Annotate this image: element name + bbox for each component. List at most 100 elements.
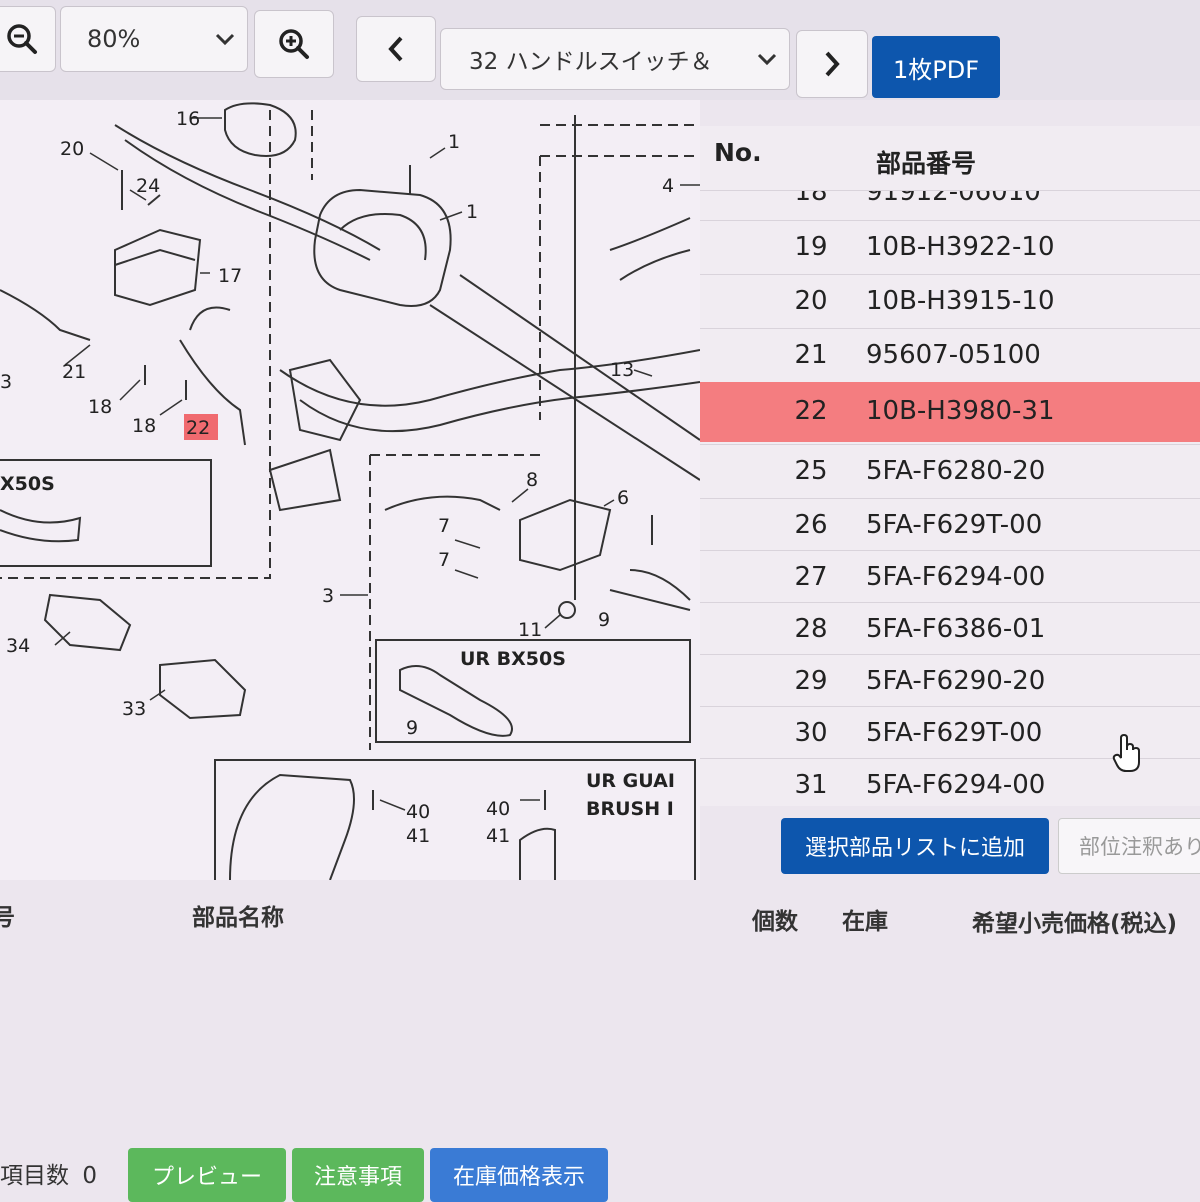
- callout-18-a[interactable]: 18: [88, 396, 112, 418]
- table-row[interactable]: 25 5FA-F6280-20: [700, 444, 1200, 496]
- selected-parts-list-header: 号 部品名称 個数 在庫 希望小売価格(税込): [0, 880, 1200, 940]
- table-row-selected[interactable]: 22 10B-H3980-31: [700, 382, 1200, 442]
- variant-label-ur-bx50s: UR BX50S: [460, 648, 566, 670]
- row-no: 25: [794, 456, 828, 486]
- pdf-button[interactable]: 1枚PDF: [872, 36, 1000, 98]
- chevron-down-icon: [757, 53, 777, 66]
- chevron-down-icon: [215, 33, 235, 46]
- column-header-part-name: 部品名称: [192, 905, 284, 931]
- row-no: 26: [794, 510, 828, 540]
- zoom-in-icon: [279, 29, 309, 59]
- row-part-number: 91912-06010: [866, 190, 1041, 207]
- zoom-out-icon: [7, 24, 37, 54]
- column-header-part-number: 部品番号: [876, 149, 977, 178]
- callout-3-center[interactable]: 3: [322, 585, 334, 607]
- callout-6[interactable]: 6: [617, 487, 629, 509]
- callout-18-b[interactable]: 18: [132, 415, 156, 437]
- row-no: 27: [794, 562, 828, 592]
- callout-7-b[interactable]: 7: [438, 549, 450, 571]
- zoom-value: 80%: [87, 25, 141, 53]
- row-no: 31: [794, 770, 828, 800]
- callout-3-left[interactable]: 3: [0, 371, 12, 393]
- callout-22-highlighted[interactable]: 22: [186, 417, 210, 439]
- column-header-stock: 在庫: [842, 909, 888, 935]
- column-header-number: 号: [0, 905, 15, 931]
- row-part-number: 5FA-F629T-00: [866, 718, 1043, 748]
- row-no: 30: [794, 718, 828, 748]
- page-select-value: 32 ハンドルスイッチ＆: [469, 49, 713, 75]
- parts-number-table: No. 部品番号 18 91912-06010 19 10B-H3922-10 …: [700, 126, 1200, 806]
- callout-17[interactable]: 17: [218, 265, 242, 287]
- hand-cursor-icon: [1112, 734, 1140, 772]
- row-no: 20: [794, 286, 828, 316]
- page-select[interactable]: 32 ハンドルスイッチ＆: [440, 28, 790, 90]
- item-count: 項目数 0: [0, 1156, 97, 1190]
- row-part-number: 5FA-F6280-20: [866, 456, 1046, 486]
- callout-16[interactable]: 16: [176, 108, 200, 130]
- row-part-number: 10B-H3922-10: [866, 232, 1055, 262]
- table-row[interactable]: 29 5FA-F6290-20: [700, 654, 1200, 706]
- row-no: 19: [794, 232, 828, 262]
- row-no: 22: [794, 396, 828, 426]
- callout-24[interactable]: 24: [136, 175, 160, 197]
- table-row[interactable]: 19 10B-H3922-10: [700, 220, 1200, 272]
- callout-20[interactable]: 20: [60, 138, 84, 160]
- row-no: 21: [794, 340, 828, 370]
- table-row[interactable]: 20 10B-H3915-10: [700, 274, 1200, 326]
- callout-9-a[interactable]: 9: [598, 609, 610, 631]
- item-count-value: 0: [82, 1163, 97, 1189]
- table-row[interactable]: 18 91912-06010: [700, 190, 1200, 210]
- row-part-number: 5FA-F6290-20: [866, 666, 1046, 696]
- part-notes-button[interactable]: 部位注釈あり: [1058, 818, 1200, 874]
- table-row[interactable]: 28 5FA-F6386-01: [700, 602, 1200, 654]
- variant-label-brush: BRUSH I: [586, 798, 674, 820]
- callout-11[interactable]: 11: [518, 619, 542, 641]
- preview-button[interactable]: プレビュー: [128, 1148, 286, 1202]
- row-part-number: 5FA-F6386-01: [866, 614, 1046, 644]
- stock-price-button[interactable]: 在庫価格表示: [430, 1148, 608, 1202]
- next-page-button[interactable]: [796, 30, 868, 98]
- column-header-price: 希望小売価格(税込): [972, 911, 1178, 937]
- row-no: 28: [794, 614, 828, 644]
- parts-diagram[interactable]: 20 16 1 24 1 4 17 3 21 18 18 13 22 8 6 7…: [0, 100, 700, 880]
- zoom-out-button[interactable]: [0, 6, 56, 72]
- table-row[interactable]: 26 5FA-F629T-00: [700, 498, 1200, 550]
- callout-21[interactable]: 21: [62, 361, 86, 383]
- callout-40-b[interactable]: 40: [486, 798, 510, 820]
- footer-bar: 項目数 0 プレビュー 注意事項 在庫価格表示: [0, 1140, 1200, 1202]
- callout-8[interactable]: 8: [526, 469, 538, 491]
- exploded-view-drawing: 20 16 1 24 1 4 17 3 21 18 18 13 22 8 6 7…: [0, 102, 700, 880]
- callout-40-a[interactable]: 40: [406, 801, 430, 823]
- zoom-select[interactable]: 80%: [60, 6, 248, 72]
- table-row[interactable]: 27 5FA-F6294-00: [700, 550, 1200, 602]
- callout-9-b[interactable]: 9: [406, 717, 418, 739]
- callout-4[interactable]: 4: [662, 175, 674, 197]
- row-no: 29: [794, 666, 828, 696]
- chevron-right-icon: [825, 51, 840, 77]
- column-header-no: No.: [714, 138, 762, 167]
- row-part-number: 10B-H3980-31: [866, 396, 1055, 426]
- variant-label-x50s: X50S: [0, 473, 55, 495]
- callout-13[interactable]: 13: [610, 359, 634, 381]
- variant-label-ur-guard: UR GUAI: [586, 770, 675, 792]
- toolbar: 80% 32 ハンドルスイッチ＆ 1枚PDF: [0, 0, 1200, 100]
- row-part-number: 5FA-F629T-00: [866, 510, 1043, 540]
- row-no: 18: [794, 190, 828, 207]
- callout-41-a[interactable]: 41: [406, 825, 430, 847]
- table-row[interactable]: 21 95607-05100: [700, 328, 1200, 380]
- zoom-in-button[interactable]: [254, 10, 334, 78]
- add-to-selected-list-button[interactable]: 選択部品リストに追加: [781, 818, 1049, 874]
- notes-button[interactable]: 注意事項: [292, 1148, 424, 1202]
- chevron-left-icon: [388, 36, 403, 62]
- callout-2[interactable]: 1: [448, 131, 460, 153]
- item-count-label: 項目数: [0, 1163, 69, 1189]
- column-header-quantity: 個数: [752, 909, 798, 935]
- callout-34[interactable]: 34: [6, 635, 30, 657]
- row-part-number: 5FA-F6294-00: [866, 562, 1046, 592]
- callout-1[interactable]: 1: [466, 201, 478, 223]
- row-part-number: 10B-H3915-10: [866, 286, 1055, 316]
- callout-41-b[interactable]: 41: [486, 825, 510, 847]
- previous-page-button[interactable]: [356, 16, 436, 82]
- callout-33[interactable]: 33: [122, 698, 146, 720]
- callout-7-a[interactable]: 7: [438, 515, 450, 537]
